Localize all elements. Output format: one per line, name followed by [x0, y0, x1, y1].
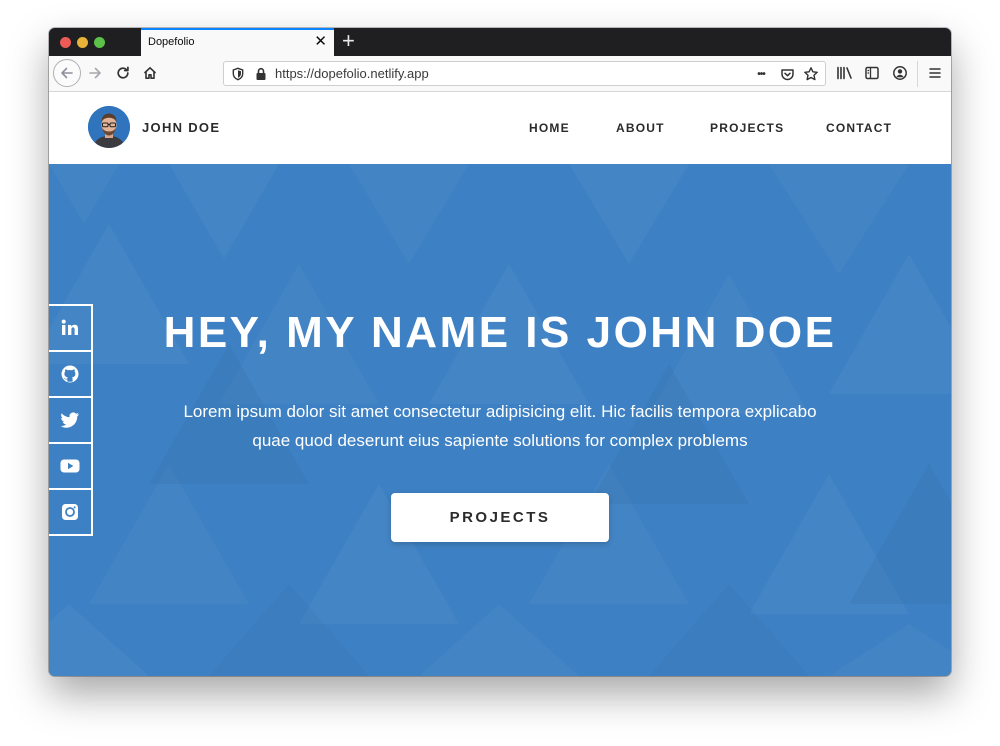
- nav-link-home[interactable]: HOME: [529, 121, 570, 135]
- sidebar-icon: [865, 66, 879, 80]
- web-page: JOHN DOE HOME ABOUT PROJECTS CONTACT HEY…: [49, 92, 951, 676]
- social-link-youtube[interactable]: [49, 444, 91, 490]
- library-icon: [837, 66, 852, 80]
- forward-button[interactable]: [84, 62, 106, 84]
- account-button[interactable]: [889, 62, 911, 84]
- library-button[interactable]: [834, 62, 856, 84]
- back-button[interactable]: [53, 59, 81, 87]
- site-header: JOHN DOE HOME ABOUT PROJECTS CONTACT: [49, 92, 951, 164]
- minimize-window-button[interactable]: [77, 37, 88, 48]
- account-icon: [893, 66, 907, 80]
- social-link-twitter[interactable]: [49, 398, 91, 444]
- tab-close-icon[interactable]: ✕: [314, 33, 327, 51]
- hamburger-menu-icon: [929, 68, 941, 78]
- tab-strip: Dopefolio ✕ +: [49, 28, 951, 56]
- lock-icon[interactable]: [253, 66, 269, 82]
- screenshot-stage: Dopefolio ✕ + https://dopefolio.netlify.…: [0, 0, 1000, 746]
- address-bar[interactable]: https://dopefolio.netlify.app •••: [223, 61, 826, 86]
- tab-title: Dopefolio: [148, 36, 195, 48]
- hero-section: HEY, MY NAME IS JOHN DOE Lorem ipsum dol…: [49, 164, 951, 676]
- pocket-icon[interactable]: [779, 66, 795, 82]
- tracking-protection-shield-icon[interactable]: [230, 66, 246, 82]
- reload-icon: [117, 66, 129, 79]
- active-tab[interactable]: Dopefolio ✕: [141, 28, 334, 56]
- social-link-github[interactable]: [49, 352, 91, 398]
- social-link-instagram[interactable]: [49, 490, 91, 534]
- browser-toolbar: https://dopefolio.netlify.app •••: [49, 56, 951, 92]
- home-button[interactable]: [139, 62, 161, 84]
- github-icon: [61, 365, 79, 383]
- avatar[interactable]: [88, 106, 130, 148]
- social-links: [49, 304, 93, 536]
- linkedin-icon: [61, 319, 78, 335]
- home-icon: [143, 67, 157, 79]
- sidebar-button[interactable]: [861, 62, 883, 84]
- reload-button[interactable]: [112, 62, 134, 84]
- youtube-icon: [60, 459, 80, 473]
- forward-arrow-icon: [89, 67, 101, 79]
- zoom-window-button[interactable]: [94, 37, 105, 48]
- social-link-linkedin[interactable]: [49, 306, 91, 352]
- profile-photo-icon: [88, 106, 130, 148]
- hero-title: HEY, MY NAME IS JOHN DOE: [163, 308, 837, 357]
- bookmark-star-icon[interactable]: [803, 66, 819, 82]
- menu-button[interactable]: [924, 62, 946, 84]
- close-window-button[interactable]: [60, 37, 71, 48]
- instagram-icon: [62, 504, 78, 520]
- projects-button[interactable]: PROJECTS: [391, 493, 609, 542]
- hero-subtitle: Lorem ipsum dolor sit amet consectetur a…: [183, 402, 817, 450]
- nav-link-contact[interactable]: CONTACT: [826, 121, 892, 135]
- nav-link-projects[interactable]: PROJECTS: [710, 121, 784, 135]
- brand-name[interactable]: JOHN DOE: [142, 120, 220, 135]
- nav-link-about[interactable]: ABOUT: [616, 121, 665, 135]
- toolbar-separator: [917, 61, 918, 87]
- url-text: https://dopefolio.netlify.app: [275, 66, 429, 81]
- browser-window: Dopefolio ✕ + https://dopefolio.netlify.…: [49, 28, 951, 676]
- back-arrow-icon: [61, 67, 73, 79]
- twitter-icon: [60, 412, 79, 428]
- page-actions-more-icon[interactable]: •••: [753, 66, 769, 82]
- new-tab-button[interactable]: +: [342, 29, 355, 53]
